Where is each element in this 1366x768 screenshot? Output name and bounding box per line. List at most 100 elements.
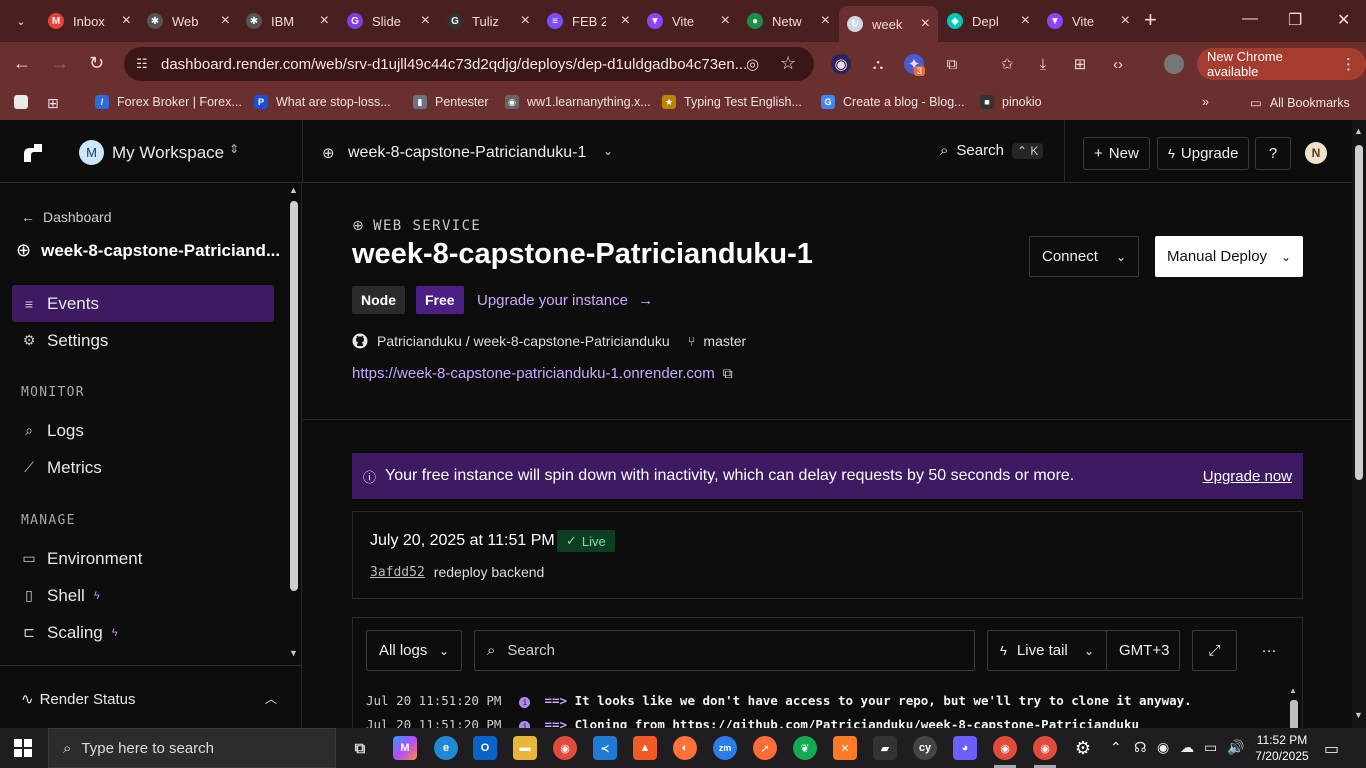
more-bookmarks-chevron-icon[interactable]: »: [1202, 95, 1209, 109]
show-hidden-icons-icon[interactable]: ⌃: [1110, 739, 1122, 756]
volume-icon[interactable]: 🔊: [1227, 739, 1244, 756]
download-icon[interactable]: ⤓: [1033, 54, 1053, 74]
terminal-app-icon[interactable]: ▰: [873, 736, 897, 760]
live-tail-button[interactable]: ϟ Live tail ⌄: [987, 630, 1107, 671]
sidebar-item-events[interactable]: ≡ Events: [12, 285, 274, 322]
cy-app-icon[interactable]: cy: [913, 736, 937, 760]
copy-icon[interactable]: ⧉: [723, 365, 733, 382]
new-button[interactable]: + New: [1083, 137, 1150, 170]
browser-tab[interactable]: ▼ Vite ×: [639, 6, 738, 36]
fullscreen-button[interactable]: ⤢: [1192, 630, 1237, 671]
site-info-icon[interactable]: ☷: [136, 56, 148, 72]
m365-app-icon[interactable]: M: [393, 736, 417, 760]
bookmark-blank-icon[interactable]: [14, 95, 36, 109]
render-status-toggle[interactable]: ∿ Render Status ︿: [0, 665, 302, 728]
new-chrome-available-button[interactable]: New Chrome available ⋮: [1197, 48, 1366, 80]
notifications-icon[interactable]: ▭: [1324, 739, 1339, 759]
help-button[interactable]: ?: [1255, 137, 1291, 170]
browser-tab[interactable]: ✱ IBM ×: [238, 6, 337, 36]
sidebar-item-logs[interactable]: ⌕ Logs: [12, 412, 274, 449]
scroll-up-icon[interactable]: ▲: [289, 185, 298, 195]
favorites-icon[interactable]: ✩: [997, 54, 1017, 74]
firefox-app-icon[interactable]: ◐: [673, 736, 697, 760]
user-avatar[interactable]: N: [1305, 142, 1327, 164]
task-view-icon[interactable]: ⧉: [348, 736, 372, 760]
tab-search-dropdown-icon[interactable]: ⌄: [8, 8, 34, 34]
dashboard-back-link[interactable]: ← Dashboard: [21, 209, 112, 225]
battery-icon[interactable]: ▭: [1204, 739, 1217, 756]
sidebar-scrollbar[interactable]: ▲ ▼: [287, 183, 301, 665]
file-explorer-icon[interactable]: ▬: [513, 736, 537, 760]
log-search-input[interactable]: ⌕ Search: [474, 630, 975, 671]
scroll-down-icon[interactable]: ▼: [289, 648, 298, 658]
sidebar-item-shell[interactable]: ▯ Shell ϟ: [12, 577, 274, 614]
close-tab-icon[interactable]: ×: [1021, 12, 1030, 30]
browser-tab[interactable]: ● Netw ×: [739, 6, 838, 36]
scroll-down-icon[interactable]: ▼: [1354, 710, 1363, 720]
extension-cloud-icon[interactable]: ⛬: [868, 54, 888, 74]
browser-tab[interactable]: ✱ Web ×: [139, 6, 238, 36]
taskbar-search-box[interactable]: ⌕ Type here to search: [48, 728, 336, 768]
sidebar-item-settings[interactable]: ⚙ Settings: [12, 322, 274, 359]
sidebar-item-metrics[interactable]: ⟋ Metrics: [12, 449, 274, 486]
browser-tab[interactable]: ≡ FEB 2 ×: [539, 6, 638, 36]
apps-grid-icon[interactable]: ⊞: [47, 95, 59, 112]
close-tab-icon[interactable]: ×: [721, 12, 730, 30]
scroll-up-icon[interactable]: ▲: [1289, 686, 1297, 695]
restore-window-icon[interactable]: ❐: [1288, 10, 1302, 30]
page-scrollbar[interactable]: ▲ ▼: [1352, 120, 1366, 728]
code-icon[interactable]: ‹›: [1108, 54, 1128, 74]
chevron-up-icon[interactable]: ︿: [265, 690, 277, 707]
bookmark-item[interactable]: G Create a blog - Blog...: [821, 95, 965, 109]
close-tab-icon[interactable]: ×: [221, 12, 230, 30]
upgrade-button[interactable]: ϟ Upgrade: [1157, 137, 1250, 170]
chrome-active-app-icon[interactable]: ◉: [993, 736, 1017, 760]
search-button[interactable]: ⌕ Search ⌃ K: [940, 142, 1044, 159]
onedrive-icon[interactable]: ☁: [1180, 739, 1194, 756]
service-url-link[interactable]: https://week-8-capstone-patricianduku-1.…: [352, 365, 733, 382]
log-more-button[interactable]: ···: [1249, 630, 1289, 671]
chrome-app-icon[interactable]: ◉: [553, 736, 577, 760]
close-tab-icon[interactable]: ×: [921, 15, 930, 33]
all-bookmarks-folder[interactable]: ▭ All Bookmarks: [1250, 95, 1350, 111]
browser-tab[interactable]: M Inbox ×: [40, 6, 139, 36]
bookmark-item[interactable]: ▮ Pentester: [413, 95, 489, 109]
page-scroll-thumb[interactable]: [1355, 145, 1363, 480]
chrome-tray-icon[interactable]: ◉: [1157, 739, 1169, 756]
upgrade-now-link[interactable]: Upgrade now: [1203, 468, 1292, 485]
chrome-profile-app-icon[interactable]: ◉: [1033, 736, 1057, 760]
bookmark-item[interactable]: / Forex Broker | Forex...: [95, 95, 242, 109]
close-tab-icon[interactable]: ×: [1121, 12, 1130, 30]
browser-tab[interactable]: ◆ Depl ×: [939, 6, 1038, 36]
close-tab-icon[interactable]: ×: [122, 12, 131, 30]
profile-avatar[interactable]: [1164, 54, 1184, 74]
extension-copilot-icon[interactable]: ◉: [831, 54, 851, 74]
translate-icon[interactable]: ⊞: [1070, 54, 1090, 74]
new-tab-button[interactable]: +: [1144, 8, 1157, 32]
close-tab-icon[interactable]: ×: [621, 12, 630, 30]
mongodb-app-icon[interactable]: ❦: [793, 736, 817, 760]
sidebar-scroll-thumb[interactable]: [290, 201, 298, 591]
network-icon[interactable]: ☊: [1134, 739, 1146, 756]
eye-off-icon[interactable]: ◎: [746, 55, 759, 73]
address-bar[interactable]: ☷ dashboard.render.com/web/srv-d1ujll49c…: [124, 47, 814, 81]
postman-app-icon[interactable]: ➚: [753, 736, 777, 760]
windows-start-icon[interactable]: [14, 739, 32, 757]
reload-icon[interactable]: ↻: [89, 53, 104, 74]
browser-tab[interactable]: G Tuliz ×: [439, 6, 538, 36]
close-window-icon[interactable]: ✕: [1337, 10, 1350, 30]
log-scrollbar[interactable]: ▲: [1288, 686, 1300, 728]
brave-app-icon[interactable]: ▲: [633, 736, 657, 760]
zoom-app-icon[interactable]: zm: [713, 736, 737, 760]
sidebar-item-scaling[interactable]: ⊏ Scaling ϟ: [12, 614, 274, 651]
scroll-up-icon[interactable]: ▲: [1354, 126, 1363, 136]
browser-tab[interactable]: ▼ Vite ×: [1039, 6, 1138, 36]
service-switcher-name[interactable]: week-8-capstone-Patricianduku-1: [348, 144, 586, 162]
close-tab-icon[interactable]: ×: [421, 12, 430, 30]
bookmark-item[interactable]: P What are stop-loss...: [254, 95, 391, 109]
back-arrow-icon[interactable]: ←: [13, 53, 31, 74]
extensions-puzzle-icon[interactable]: ⧉: [942, 54, 962, 74]
outlook-app-icon[interactable]: O: [473, 736, 497, 760]
workspace-switcher-icon[interactable]: ⇕: [229, 142, 239, 156]
log-filter-dropdown[interactable]: All logs ⌄: [366, 630, 462, 671]
